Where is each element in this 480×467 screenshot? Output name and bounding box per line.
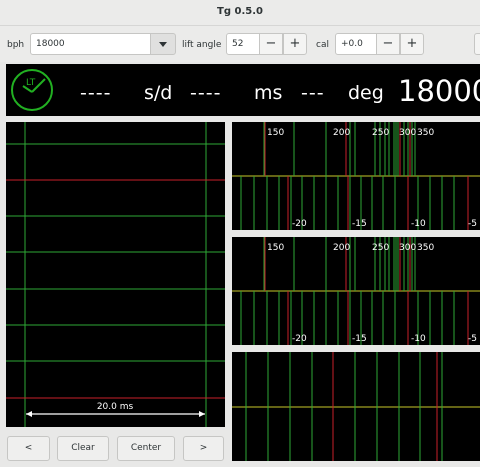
tick-graph-mid-svg: 150 200 250 300 350 -20 -15 -10 -5 [232,237,480,345]
paperstrip-grid: 20.0 ms [6,122,225,427]
bph-display: 18000 [398,74,480,108]
lift-angle-increment-button[interactable]: + [283,33,307,55]
tick-label: 350 [417,243,434,253]
lower-red-lines [287,291,469,345]
lift-angle-label: lift angle [182,40,222,50]
tick-graph-top-svg: 150 200 250 300 350 -20 -15 -10 -5 [232,122,480,230]
tick-label: -5 [468,219,477,229]
scale-arrow-left [26,411,32,417]
tick-graph-bottom [232,352,480,461]
tick-label: -5 [468,334,477,344]
tick-label: -20 [292,219,307,229]
window-title: Tg 0.5.0 [217,6,263,17]
tick-label: 250 [372,243,389,253]
paperstrip-pane: 20.0 ms [6,122,225,427]
tick-label: -15 [352,219,367,229]
bph-label: bph [7,40,25,50]
rate-unit: s/d [144,82,173,104]
tick-graph-top: 150 200 250 300 350 -20 -15 -10 -5 [232,122,480,230]
tick-label: 200 [333,128,350,138]
tick-label: 300 [399,243,416,253]
amplitude-value: --- [301,82,325,104]
previous-button[interactable]: < [7,436,50,461]
toolbar: bph 18000 lift angle 52 − + cal +0.0 − + [0,26,480,62]
readout-panel: LT ---- s/d ---- ms --- deg 18000 [6,64,480,116]
center-button[interactable]: Center [117,436,175,461]
clear-button[interactable]: Clear [57,436,109,461]
rate-value: ---- [80,82,112,104]
bph-dropdown-button[interactable] [150,33,176,55]
tick-label: 150 [267,243,284,253]
tick-label: 150 [267,128,284,138]
tick-label: -10 [411,219,426,229]
toolbar-overflow-button[interactable] [474,33,480,55]
cal-decrement-button[interactable]: − [376,33,400,55]
amplitude-unit: deg [348,82,384,104]
tick-label: 300 [399,128,416,138]
cal-input[interactable]: +0.0 [335,33,377,55]
tick-label: 200 [333,243,350,253]
tick-label: 250 [372,128,389,138]
chevron-down-icon [159,42,167,47]
tick-graph-bottom-svg [232,352,480,461]
scale-arrow-right [199,411,205,417]
bph-combo-input[interactable]: 18000 [30,33,152,55]
lift-angle-input[interactable]: 52 [226,33,261,55]
tick-label: -10 [411,334,426,344]
tick-label: -20 [292,334,307,344]
lift-angle-decrement-button[interactable]: − [259,33,283,55]
tick-label: -15 [352,334,367,344]
next-button[interactable]: > [183,436,224,461]
cal-increment-button[interactable]: + [400,33,424,55]
lower-red-lines [287,176,469,230]
status-dial-icon: LT [11,69,53,111]
beat-error-unit: ms [254,82,283,104]
beat-error-value: ---- [190,82,222,104]
cal-label: cal [316,40,329,50]
tick-graph-mid: 150 200 250 300 350 -20 -15 -10 -5 [232,237,480,345]
title-bar: Tg 0.5.0 [0,0,480,26]
tick-label: 350 [417,128,434,138]
scale-label: 20.0 ms [97,402,134,412]
status-icon-text: LT [26,78,36,88]
